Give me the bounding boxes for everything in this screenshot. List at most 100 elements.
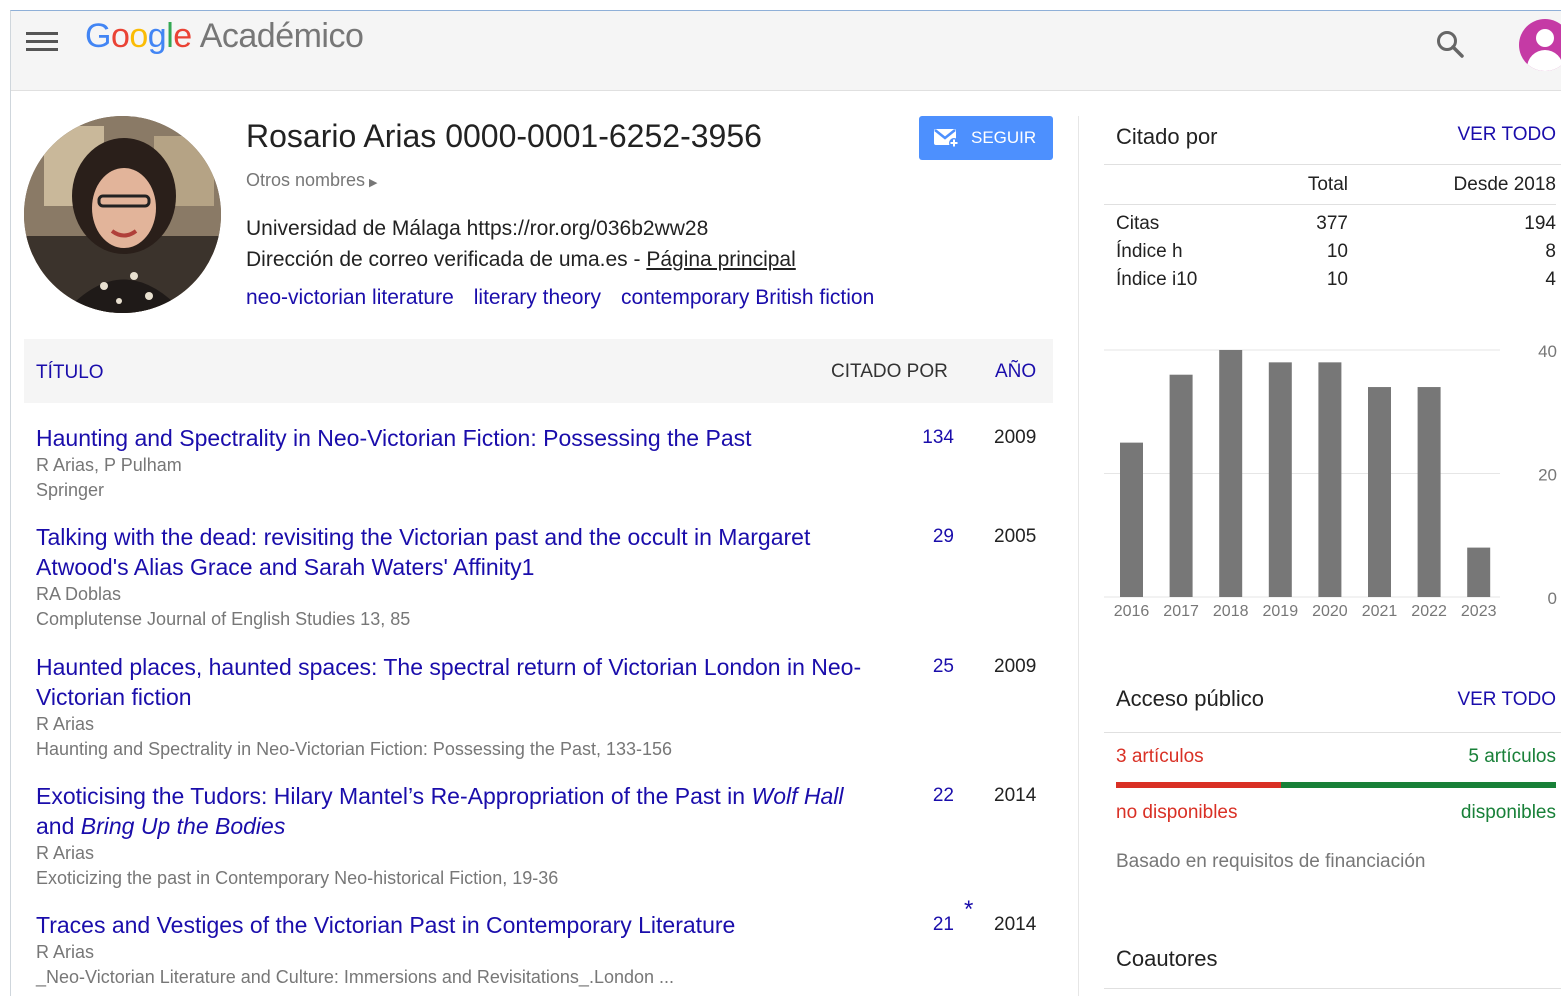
article-cited-count[interactable]: 21 bbox=[906, 910, 954, 940]
product-name: Académico bbox=[199, 17, 364, 55]
chart-x-tick-label: 2020 bbox=[1312, 603, 1348, 620]
chart-x-tick-label: 2022 bbox=[1411, 603, 1447, 620]
interests: neo-victorian literature literary theory c… bbox=[246, 286, 894, 310]
interest-link[interactable]: literary theory bbox=[474, 286, 601, 309]
coauthors-divider bbox=[1104, 988, 1561, 989]
article-cited-count[interactable]: 25 bbox=[906, 652, 954, 682]
chart-x-tick-label: 2016 bbox=[1114, 603, 1150, 620]
article-venue: Springer bbox=[36, 480, 105, 500]
sort-by-title[interactable]: TÍTULO bbox=[36, 362, 104, 384]
chart-bar[interactable] bbox=[1169, 374, 1193, 597]
public-access-view-all-link[interactable]: VER TODO bbox=[1457, 689, 1556, 711]
verified-email: Dirección de correo verificada de uma.es… bbox=[246, 248, 796, 272]
chart-bar[interactable] bbox=[1318, 362, 1342, 597]
affiliation: Universidad de Málaga https://ror.org/03… bbox=[246, 217, 709, 240]
coauthors-heading: Coautores bbox=[1116, 946, 1218, 971]
chart-x-tick-label: 2019 bbox=[1263, 603, 1299, 620]
stats-row: Citas 377 194 bbox=[1116, 213, 1556, 241]
merged-citations-star[interactable]: * bbox=[964, 896, 973, 924]
article-authors: R Arias bbox=[36, 942, 95, 962]
article-year: 2014 bbox=[994, 785, 1037, 806]
stats-label: Índice h bbox=[1116, 241, 1183, 262]
chart-bar[interactable] bbox=[1467, 547, 1491, 597]
sort-by-year[interactable]: AÑO bbox=[995, 361, 1036, 383]
unavailable-label: no disponibles bbox=[1116, 802, 1238, 823]
citations-per-year-chart: 0 20 40 2016 2017 2018 2019 2020 2021 2022 2023 bbox=[1104, 342, 1557, 620]
cited-by-column-header: CITADO POR bbox=[831, 361, 948, 382]
google-scholar-logo[interactable]: Google Académico bbox=[85, 17, 364, 56]
profile-name: Rosario Arias 0000-0001-6252-3956 bbox=[246, 118, 762, 154]
unavailable-count-link[interactable]: 3 artículos bbox=[1116, 746, 1204, 768]
logo-letter: g bbox=[147, 17, 167, 55]
stats-since: 4 bbox=[1545, 269, 1556, 290]
menu-icon[interactable] bbox=[26, 29, 58, 53]
article-cited-count[interactable]: 29 bbox=[906, 522, 954, 552]
follow-button[interactable]: SEGUIR bbox=[919, 116, 1053, 160]
available-count-link[interactable]: 5 artículos bbox=[1468, 746, 1556, 768]
article-authors: R Arias, P Pulham bbox=[36, 455, 182, 475]
stats-total: 377 bbox=[1316, 213, 1348, 234]
cited-by-divider bbox=[1104, 164, 1561, 165]
mail-follow-icon bbox=[934, 129, 959, 148]
article-row: Haunting and Spectrality in Neo-Victoria… bbox=[36, 423, 1046, 503]
article-title[interactable]: Haunting and Spectrality in Neo-Victoria… bbox=[36, 423, 866, 453]
top-bar: Google Académico bbox=[11, 11, 1561, 91]
article-year: 2009 bbox=[994, 427, 1037, 448]
email-text: Dirección de correo verificada de uma.es… bbox=[246, 248, 647, 271]
article-venue: Complutense Journal of English Studies 1… bbox=[36, 609, 411, 629]
stats-row: Índice i10 10 4 bbox=[1116, 269, 1556, 297]
logo-letter: e bbox=[173, 17, 192, 55]
stats-row: Índice h 10 8 bbox=[1116, 241, 1556, 269]
article-title[interactable]: Traces and Vestiges of the Victorian Pas… bbox=[36, 910, 866, 940]
interest-link[interactable]: contemporary British fiction bbox=[621, 286, 874, 309]
article-venue: _Neo-Victorian Literature and Culture: I… bbox=[36, 967, 675, 987]
search-icon[interactable] bbox=[1435, 29, 1465, 59]
chart-bar[interactable] bbox=[1268, 362, 1292, 597]
other-names-toggle[interactable]: Otros nombres ▶ bbox=[246, 170, 378, 191]
cited-by-view-all-link[interactable]: VER TODO bbox=[1457, 124, 1556, 146]
interest-link[interactable]: neo-victorian literature bbox=[246, 286, 454, 309]
article-title[interactable]: Exoticising the Tudors: Hilary Mantel’s … bbox=[36, 781, 866, 841]
follow-label: SEGUIR bbox=[971, 128, 1037, 147]
article-row: Traces and Vestiges of the Victorian Pas… bbox=[36, 896, 1046, 990]
article-title[interactable]: Haunted places, haunted spaces: The spec… bbox=[36, 652, 866, 712]
chart-bar[interactable] bbox=[1120, 442, 1143, 597]
chart-x-tick-label: 2023 bbox=[1461, 603, 1497, 620]
profile-photo bbox=[24, 116, 221, 313]
stats-since: 8 bbox=[1545, 241, 1556, 262]
chart-y-tick-label: 20 bbox=[1538, 466, 1557, 485]
citation-stats-table: Total Desde 2018 Citas 377 194 Índice h 10 8 … bbox=[1104, 170, 1556, 297]
article-venue: Haunting and Spectrality in Neo-Victoria… bbox=[36, 739, 673, 759]
chart-bar[interactable] bbox=[1417, 387, 1441, 597]
chart-x-tick-label: 2021 bbox=[1362, 603, 1398, 620]
public-access-divider bbox=[1104, 732, 1561, 733]
chart-bar[interactable] bbox=[1368, 387, 1391, 597]
available-bar bbox=[1281, 782, 1556, 788]
article-title[interactable]: Talking with the dead: revisiting the Vi… bbox=[36, 522, 866, 582]
chart-x-tick-label: 2018 bbox=[1213, 603, 1249, 620]
article-year: 2009 bbox=[994, 656, 1037, 677]
chart-y-tick-label: 0 bbox=[1548, 589, 1557, 608]
article-venue: Exoticizing the past in Contemporary Neo… bbox=[36, 868, 559, 888]
stats-col-total: Total bbox=[1307, 174, 1348, 195]
stats-total: 10 bbox=[1326, 241, 1348, 262]
chart-bar[interactable] bbox=[1219, 350, 1243, 597]
stats-since: 194 bbox=[1524, 213, 1556, 234]
logo-letter: G bbox=[85, 17, 111, 55]
stats-label: Índice i10 bbox=[1116, 269, 1198, 290]
article-cited-count[interactable]: 22 bbox=[906, 781, 954, 811]
stats-total: 10 bbox=[1326, 269, 1348, 290]
chart-x-tick-label: 2017 bbox=[1163, 603, 1199, 620]
article-authors: R Arias bbox=[36, 843, 95, 863]
articles-table-header: TÍTULO CITADO POR AÑO bbox=[24, 339, 1053, 403]
article-cited-count[interactable]: 134 bbox=[906, 423, 954, 453]
homepage-link[interactable]: Página principal bbox=[646, 248, 795, 271]
public-access-heading: Acceso público bbox=[1116, 686, 1264, 711]
stats-label: Citas bbox=[1116, 213, 1160, 234]
account-avatar-icon[interactable] bbox=[1519, 19, 1561, 71]
column-divider bbox=[1078, 116, 1079, 996]
available-label: disponibles bbox=[1460, 802, 1556, 823]
title-part: and bbox=[36, 813, 81, 839]
article-year: 2014 bbox=[994, 914, 1037, 935]
cited-by-heading: Citado por bbox=[1116, 124, 1218, 149]
